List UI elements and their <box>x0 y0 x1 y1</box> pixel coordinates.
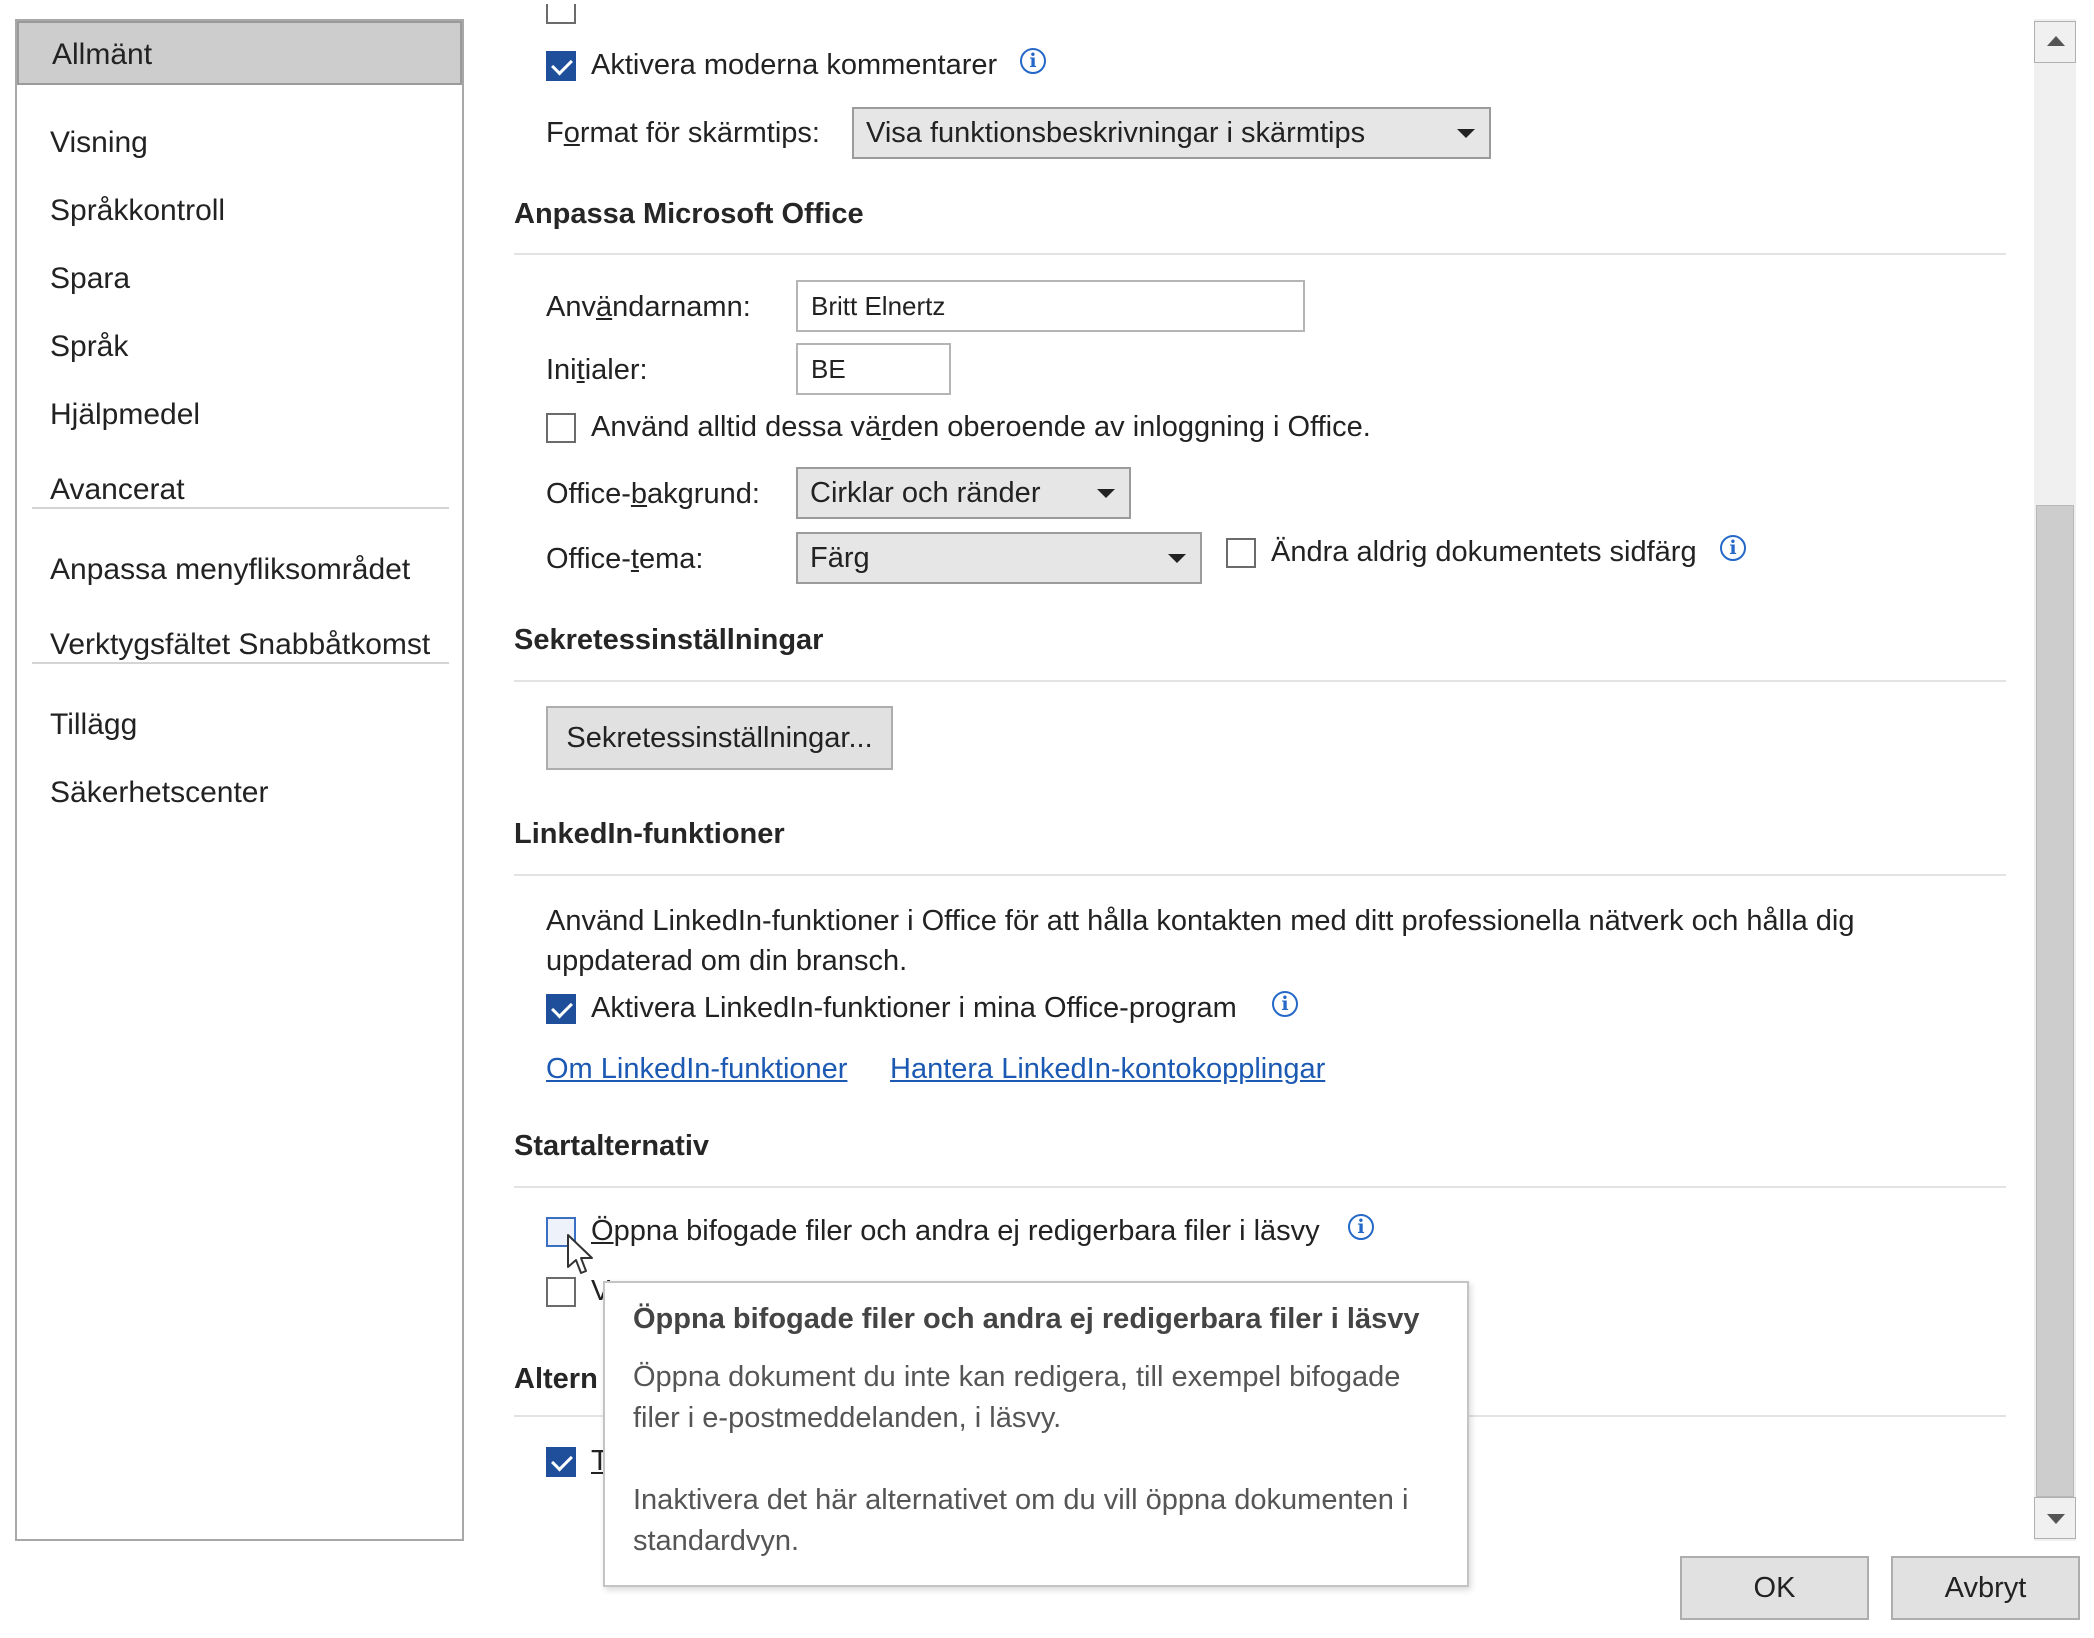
sidebar-item-label: Hjälpmedel <box>50 398 201 431</box>
sidebar-item-label: Språk <box>50 330 129 363</box>
info-icon[interactable]: i <box>1020 48 1046 74</box>
sidebar-item-advanced[interactable]: Avancerat <box>17 458 462 522</box>
sidebar-item-label: Språkkontroll <box>50 194 226 227</box>
tooltip-line: filer i e-postmeddelanden, i läsvy. <box>633 1402 1062 1434</box>
section-title-personalize: Anpassa Microsoft Office <box>514 198 864 230</box>
sidebar-item-save[interactable]: Spara <box>17 247 462 311</box>
startup-second-checkbox[interactable] <box>546 1277 576 1307</box>
tooltip-body: Öppna dokument du inte kan redigera, til… <box>633 1357 1453 1562</box>
section-title-linkedin: LinkedIn-funktioner <box>514 818 785 850</box>
category-sidebar: Allmänt Visning Språkkontroll Spara Språ… <box>15 19 464 1541</box>
section-divider <box>514 680 2006 682</box>
tooltip-line: Inaktivera det här alternativet om du vi… <box>633 1484 1409 1516</box>
scrollbar-thumb[interactable] <box>2036 505 2074 1497</box>
sidebar-item-trust-center[interactable]: Säkerhetscenter <box>17 761 462 825</box>
tooltip-line: standardvyn. <box>633 1525 800 1557</box>
tooltip: Öppna bifogade filer och andra ej redige… <box>603 1281 1469 1587</box>
sidebar-divider <box>32 662 449 664</box>
section-title-startup: Startalternativ <box>514 1130 710 1162</box>
sidebar-item-general[interactable]: Allmänt <box>17 21 462 85</box>
info-icon[interactable]: i <box>1348 1214 1374 1240</box>
office-background-label: Office-bakgrund: <box>546 478 760 510</box>
info-icon[interactable]: i <box>1272 991 1298 1017</box>
chevron-down-icon <box>1457 129 1475 138</box>
sidebar-item-label: Visning <box>50 126 148 159</box>
chevron-down-icon <box>1168 554 1186 563</box>
office-theme-label: Office-tema: <box>546 543 704 575</box>
sidebar-item-proofing[interactable]: Språkkontroll <box>17 179 462 243</box>
linkedin-description-line2: uppdaterad om din bransch. <box>546 945 908 977</box>
office-background-dropdown[interactable]: Cirklar och ränder <box>796 467 1131 519</box>
always-use-values-checkbox[interactable] <box>546 413 576 443</box>
sidebar-item-accessibility[interactable]: Hjälpmedel <box>17 383 462 447</box>
mouse-cursor-icon <box>567 1234 593 1274</box>
sidebar-item-label: Tillägg <box>50 708 138 741</box>
never-change-page-color-label: Ändra aldrig dokumentets sidfärg <box>1271 536 1697 568</box>
sidebar-item-label: Spara <box>50 262 131 295</box>
linkedin-description-line1: Använd LinkedIn-funktioner i Office för … <box>546 905 1855 937</box>
sidebar-item-language[interactable]: Språk <box>17 315 462 379</box>
section-divider <box>514 253 2006 255</box>
section-title-privacy: Sekretessinställningar <box>514 624 824 656</box>
enable-linkedin-label: Aktivera LinkedIn-funktioner i mina Offi… <box>591 992 1237 1024</box>
ok-button[interactable]: OK <box>1680 1556 1869 1620</box>
sidebar-item-label: Avancerat <box>50 473 185 506</box>
about-linkedin-link[interactable]: Om LinkedIn-funktioner <box>546 1053 847 1086</box>
cancel-button[interactable]: Avbryt <box>1891 1556 2080 1620</box>
dropdown-value: Färg <box>810 542 870 574</box>
alternatives-checkbox[interactable] <box>546 1447 576 1477</box>
dropdown-value: Visa funktionsbeskrivningar i skärmtips <box>866 117 1366 149</box>
initials-field[interactable]: BE <box>796 343 951 395</box>
modern-comments-label: Aktivera moderna kommentarer <box>591 49 998 81</box>
scroll-down-icon[interactable] <box>2034 1497 2076 1539</box>
privacy-settings-button[interactable]: Sekretessinställningar... <box>546 706 893 770</box>
screentip-format-dropdown[interactable]: Visa funktionsbeskrivningar i skärmtips <box>852 107 1491 159</box>
initials-label: Initialer: <box>546 354 648 386</box>
screentip-format-label: Format för skärmtips: <box>546 117 820 149</box>
section-title-alternatives: Altern <box>514 1363 598 1395</box>
sidebar-item-quick-access-toolbar[interactable]: Verktygsfältet Snabbåtkomst <box>17 613 462 677</box>
manage-linkedin-link[interactable]: Hantera LinkedIn-kontokopplingar <box>890 1053 1325 1086</box>
office-theme-dropdown[interactable]: Färg <box>796 532 1202 584</box>
sidebar-item-display[interactable]: Visning <box>17 111 462 175</box>
chevron-down-icon <box>1097 489 1115 498</box>
username-label: Användarnamn: <box>546 291 751 323</box>
open-readonly-label: Öppna bifogade filer och andra ej redige… <box>591 1215 1320 1247</box>
info-icon[interactable]: i <box>1720 535 1746 561</box>
sidebar-item-customize-ribbon[interactable]: Anpassa menyfliksområdet <box>17 538 462 602</box>
sidebar-item-label: Säkerhetscenter <box>50 776 269 809</box>
sidebar-item-label: Verktygsfältet Snabbåtkomst <box>50 628 431 661</box>
vertical-scrollbar[interactable] <box>2034 19 2076 1541</box>
clipped-checkbox[interactable] <box>546 4 576 24</box>
username-field[interactable]: Britt Elnertz <box>796 280 1305 332</box>
tooltip-line: Öppna dokument du inte kan redigera, til… <box>633 1361 1401 1393</box>
modern-comments-checkbox[interactable] <box>546 51 576 81</box>
never-change-page-color-checkbox[interactable] <box>1226 538 1256 568</box>
section-divider <box>514 874 2006 876</box>
sidebar-divider <box>32 507 449 509</box>
sidebar-item-add-ins[interactable]: Tillägg <box>17 693 462 757</box>
section-divider <box>514 1186 2006 1188</box>
always-use-values-label: Använd alltid dessa värden oberoende av … <box>591 411 1371 443</box>
dropdown-value: Cirklar och ränder <box>810 477 1041 509</box>
tooltip-title: Öppna bifogade filer och andra ej redige… <box>633 1303 1420 1335</box>
scroll-up-icon[interactable] <box>2034 21 2076 63</box>
sidebar-item-label: Anpassa menyfliksområdet <box>50 553 411 586</box>
enable-linkedin-checkbox[interactable] <box>546 994 576 1024</box>
sidebar-item-label: Allmänt <box>52 38 153 71</box>
